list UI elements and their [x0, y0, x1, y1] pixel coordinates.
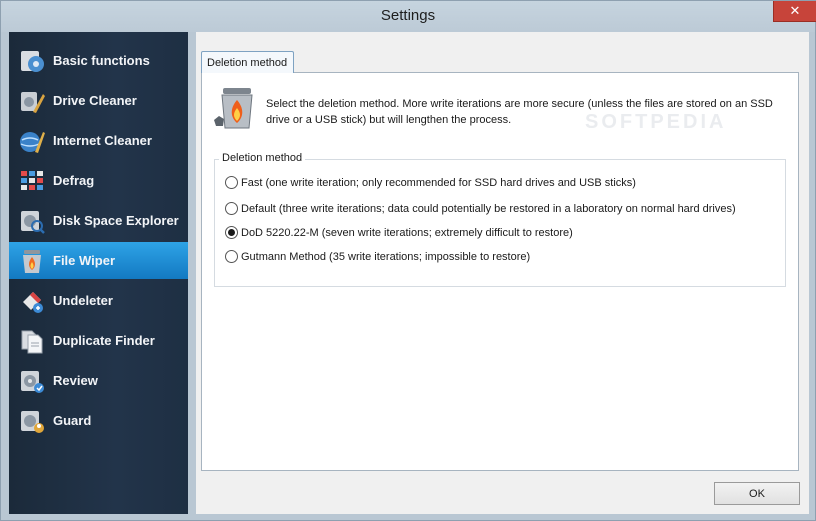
radio-dod[interactable]: [225, 226, 238, 239]
sidebar-item-defrag[interactable]: Defrag: [9, 162, 188, 199]
option-dod-label: DoD 5220.22-M (seven write iterations; e…: [241, 226, 573, 239]
sidebar-item-label: Drive Cleaner: [53, 93, 137, 108]
option-gutmann-label: Gutmann Method (35 write iterations; imp…: [241, 250, 531, 263]
sidebar-item-label: Undeleter: [53, 293, 113, 308]
radio-selected-dot: [228, 229, 235, 236]
radio-default[interactable]: [225, 202, 238, 215]
option-default[interactable]: Default (three write iterations; data co…: [225, 202, 736, 215]
guard-icon: [19, 408, 45, 434]
sidebar-item-undeleter[interactable]: Undeleter: [9, 282, 188, 319]
tab-deletion-method[interactable]: Deletion method: [201, 51, 294, 73]
drive-cleaner-icon: [19, 88, 45, 114]
sidebar-item-file-wiper[interactable]: File Wiper: [9, 242, 188, 279]
sidebar-item-label: Disk Space Explorer: [53, 213, 179, 228]
title-bar: Settings ✕: [1, 1, 816, 32]
group-label: Deletion method: [219, 152, 306, 164]
disk-space-explorer-icon: [19, 208, 45, 234]
window-title: Settings: [380, 7, 436, 24]
sidebar-item-label: Review: [53, 373, 98, 388]
option-fast[interactable]: Fast (one write iteration; only recommen…: [225, 176, 636, 189]
deletion-method-group: Deletion method Fast (one write iteratio…: [214, 152, 786, 287]
close-button[interactable]: ✕: [773, 1, 816, 22]
sidebar-item-label: Duplicate Finder: [53, 333, 155, 348]
option-gutmann[interactable]: Gutmann Method (35 write iterations; imp…: [225, 250, 530, 263]
radio-fast[interactable]: [225, 176, 238, 189]
sidebar-item-label: Guard: [53, 413, 92, 428]
internet-cleaner-icon: [19, 128, 45, 154]
sidebar-item-internet-cleaner[interactable]: Internet Cleaner: [9, 122, 188, 159]
review-icon: [19, 368, 45, 394]
deletion-method-description: Select the deletion method. More write i…: [266, 98, 773, 126]
basic-functions-icon: [19, 48, 45, 74]
sidebar-item-drive-cleaner[interactable]: Drive Cleaner: [9, 82, 188, 119]
option-dod[interactable]: DoD 5220.22-M (seven write iterations; e…: [225, 226, 573, 239]
sidebar-item-duplicate-finder[interactable]: Duplicate Finder: [9, 322, 188, 359]
sidebar: Basic functions Drive Cleaner Internet C…: [9, 32, 188, 514]
settings-window: Settings ✕ Basic functions Drive Cleaner…: [0, 0, 816, 521]
undeleter-icon: [19, 288, 45, 314]
sidebar-item-label: Basic functions: [53, 53, 150, 68]
option-fast-label: Fast (one write iteration; only recommen…: [241, 176, 636, 189]
duplicate-finder-icon: [19, 328, 45, 354]
content-area: Deletion method SOFTPEDIA Select the del…: [196, 32, 809, 514]
ok-button[interactable]: OK: [714, 482, 800, 505]
radio-gutmann[interactable]: [225, 250, 238, 263]
sidebar-item-label: Internet Cleaner: [53, 133, 152, 148]
deletion-method-panel: SOFTPEDIA Select the deletion method. Mo…: [201, 72, 799, 471]
sidebar-item-guard[interactable]: Guard: [9, 402, 188, 439]
file-shredder-bin-icon: [213, 86, 257, 132]
sidebar-item-disk-space-explorer[interactable]: Disk Space Explorer: [9, 202, 188, 239]
sidebar-item-basic-functions[interactable]: Basic functions: [9, 42, 188, 79]
sidebar-item-review[interactable]: Review: [9, 362, 188, 399]
sidebar-item-label: Defrag: [53, 173, 95, 188]
file-wiper-icon: [19, 248, 45, 274]
sidebar-item-label: File Wiper: [53, 253, 116, 268]
defrag-icon: [19, 168, 45, 194]
option-default-label: Default (three write iterations; data co…: [241, 202, 736, 215]
